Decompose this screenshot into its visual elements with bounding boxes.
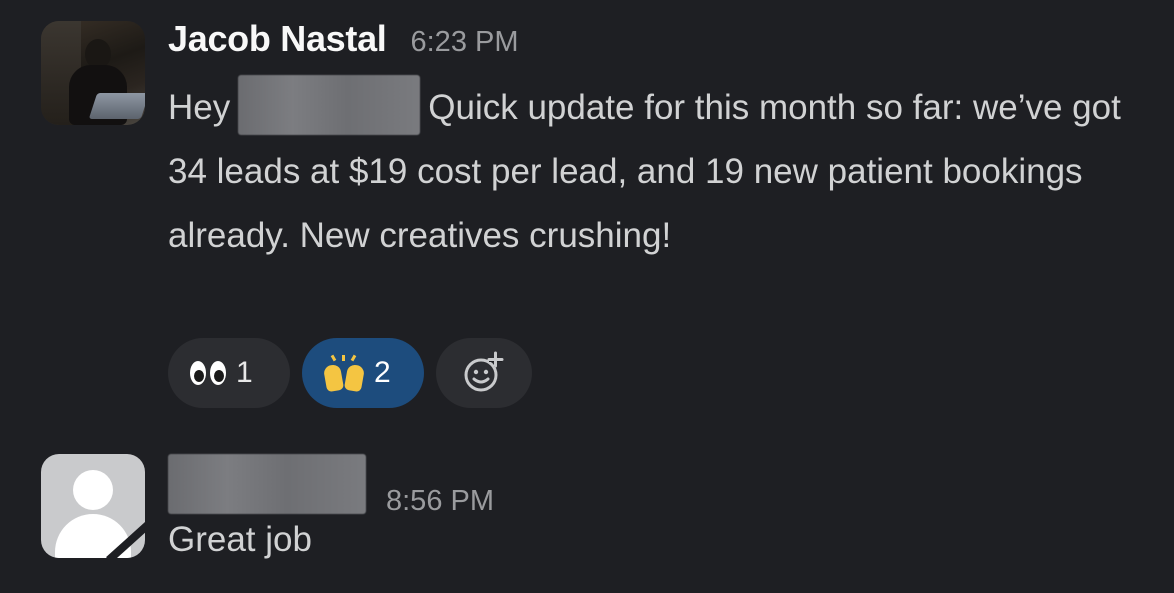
message-list: Jacob Nastal 6:23 PM Hey Quick update for… xyxy=(0,0,1174,593)
greeting-text: Hey xyxy=(168,88,231,127)
avatar[interactable] xyxy=(41,21,145,125)
avatar[interactable] xyxy=(41,454,145,558)
message-header: Jacob Nastal 6:23 PM xyxy=(168,18,519,60)
raised-hands-emoji-icon xyxy=(322,354,366,393)
reaction-raised-hands[interactable]: 2 xyxy=(302,338,424,408)
add-reaction-button[interactable] xyxy=(436,338,532,408)
message-item: Jacob Nastal 6:23 PM Hey Quick update for… xyxy=(0,0,1174,430)
reaction-count: 2 xyxy=(374,356,391,389)
eyes-emoji-icon xyxy=(190,361,226,385)
message-item: 8:56 PM Great job xyxy=(0,430,1174,593)
add-emoji-icon xyxy=(464,351,504,392)
author-name[interactable]: Jacob Nastal xyxy=(168,18,387,60)
message-timestamp[interactable]: 6:23 PM xyxy=(411,26,519,59)
reaction-count: 1 xyxy=(236,356,253,389)
redacted-author-name xyxy=(168,454,366,514)
redacted-mention xyxy=(238,75,421,135)
reaction-eyes[interactable]: 1 xyxy=(168,338,290,408)
reactions-bar: 1 2 xyxy=(168,338,532,408)
message-body: Great job xyxy=(168,520,312,559)
message-body: Hey Quick update for this month so far: w… xyxy=(168,75,1128,268)
